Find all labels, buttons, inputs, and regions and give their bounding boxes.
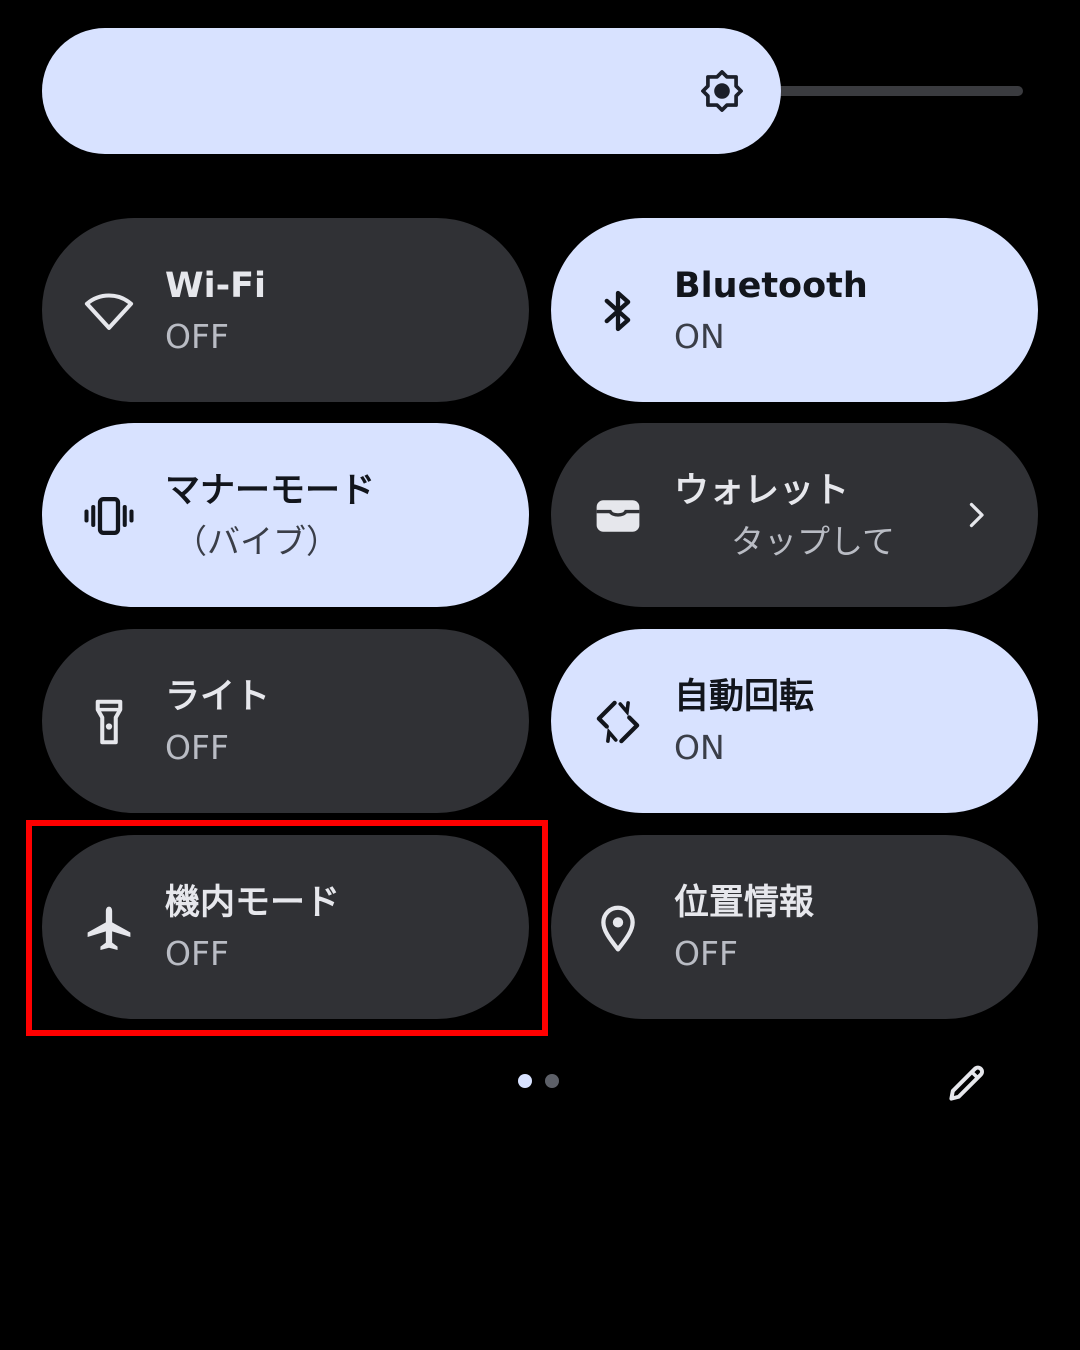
chevron-right-icon bbox=[969, 502, 984, 528]
tile-bluetooth[interactable]: Bluetooth ON bbox=[551, 218, 1038, 402]
tile-label: ライト bbox=[165, 677, 271, 717]
rotate-icon bbox=[596, 700, 640, 744]
tile-wallet[interactable]: ウォレット タップして bbox=[551, 423, 1038, 607]
pencil-icon[interactable] bbox=[942, 1058, 992, 1108]
tile-state: OFF bbox=[674, 934, 738, 973]
tile-manner-mode[interactable]: マナーモード （バイブ） bbox=[42, 423, 529, 607]
airplane-mode-highlight-box bbox=[26, 820, 548, 1036]
tile-label: Wi-Fi bbox=[165, 266, 267, 306]
tile-label: Bluetooth bbox=[674, 266, 868, 306]
tile-state: ON bbox=[674, 317, 725, 356]
tile-location[interactable]: 位置情報 OFF bbox=[551, 835, 1038, 1019]
tile-wifi[interactable]: Wi-Fi OFF bbox=[42, 218, 529, 402]
tile-label: 位置情報 bbox=[674, 883, 815, 923]
tile-label: ウォレット bbox=[674, 471, 850, 511]
tile-label: 自動回転 bbox=[674, 677, 815, 717]
brightness-slider[interactable] bbox=[42, 28, 1023, 154]
tile-state: ON bbox=[674, 728, 725, 767]
tile-state: OFF bbox=[165, 317, 229, 356]
location-icon bbox=[601, 905, 635, 952]
tile-state: OFF bbox=[165, 728, 229, 767]
vibrate-icon bbox=[84, 496, 134, 536]
page-indicator bbox=[518, 1073, 568, 1089]
page-dot bbox=[518, 1074, 532, 1088]
page-dot bbox=[545, 1074, 559, 1088]
brightness-icon bbox=[701, 70, 743, 112]
flashlight-icon bbox=[95, 699, 123, 745]
tile-flashlight[interactable]: ライト OFF bbox=[42, 629, 529, 813]
tile-state: （バイブ） bbox=[174, 522, 339, 561]
tile-autorotate[interactable]: 自動回転 ON bbox=[551, 629, 1038, 813]
brightness-fill[interactable] bbox=[42, 28, 781, 154]
bluetooth-icon bbox=[604, 290, 631, 332]
tile-label: マナーモード bbox=[165, 471, 376, 511]
tile-state: タップして bbox=[731, 522, 896, 561]
wifi-icon bbox=[84, 293, 134, 330]
wallet-icon bbox=[596, 500, 640, 532]
brightness-track[interactable] bbox=[742, 86, 1023, 96]
